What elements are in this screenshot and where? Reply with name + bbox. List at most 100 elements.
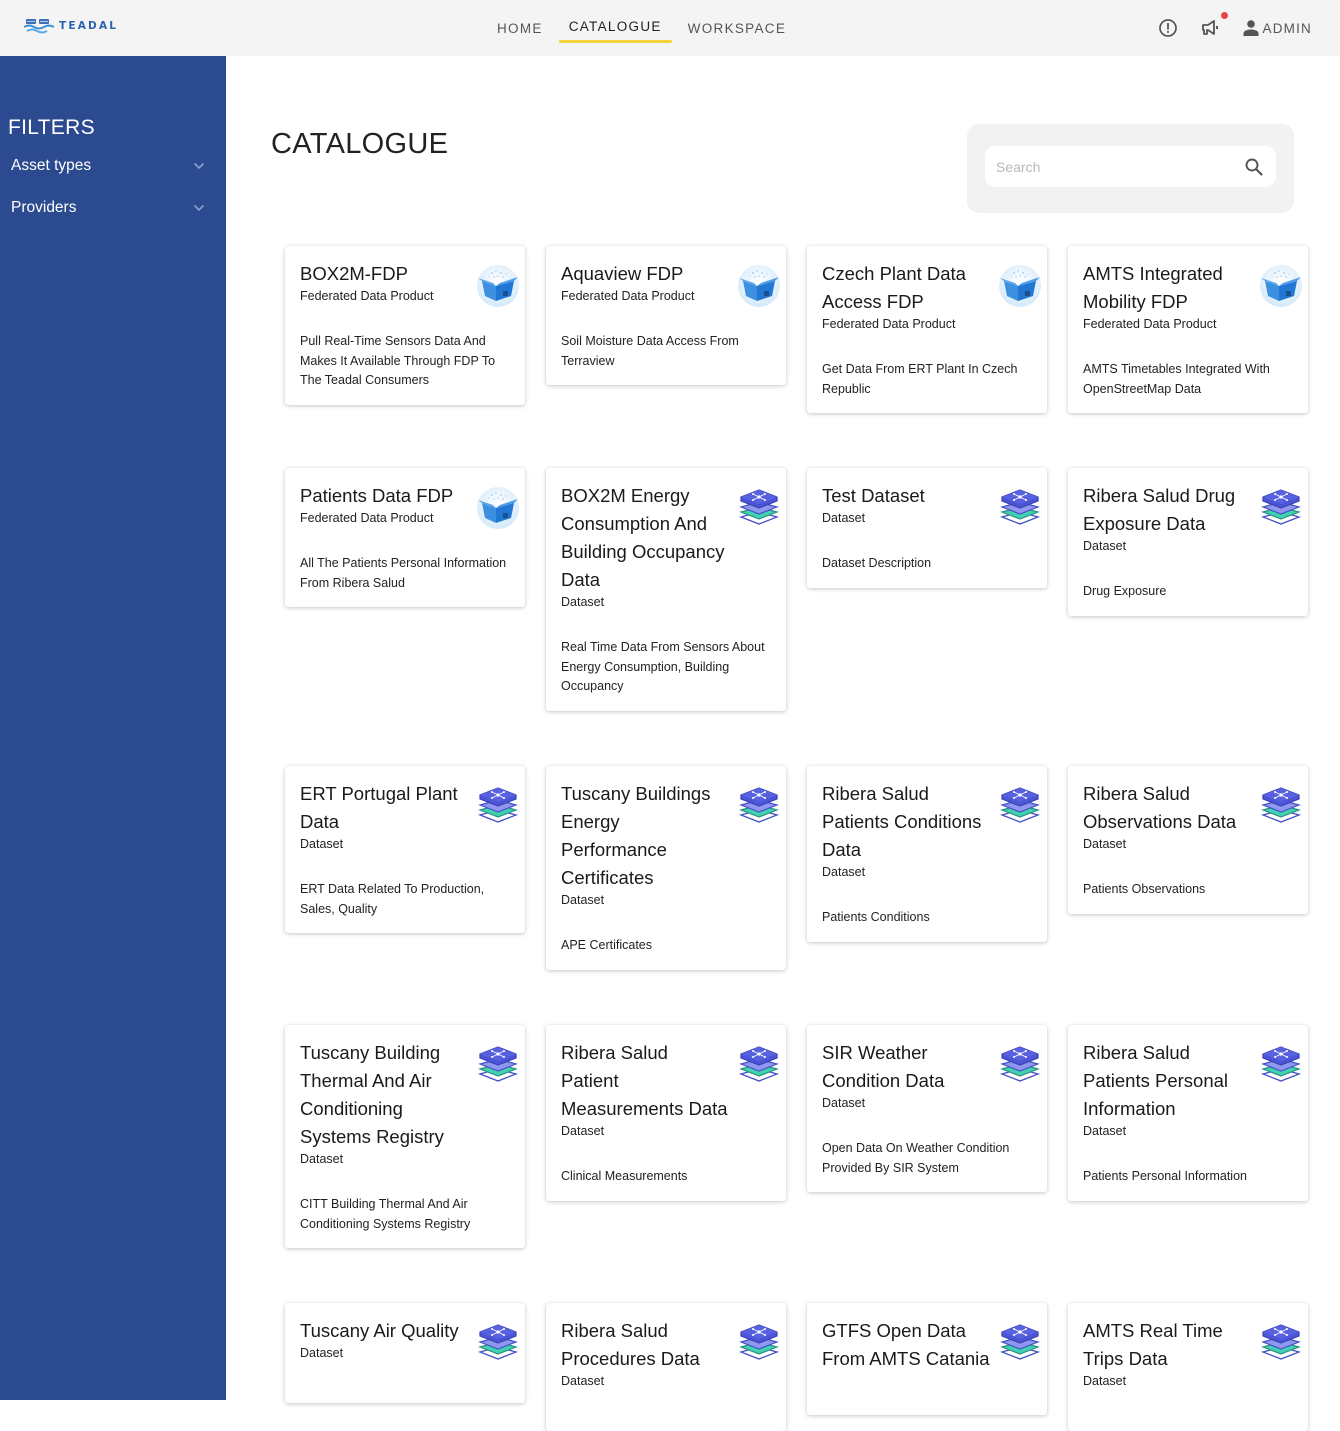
nav-home[interactable]: HOME xyxy=(484,0,556,56)
card-description: Dataset Description xyxy=(822,556,932,570)
catalogue-card[interactable]: Ribera Salud Procedures Data Dataset xyxy=(546,1303,786,1431)
catalogue-card[interactable]: BOX2M Energy Consumption And Building Oc… xyxy=(546,468,786,711)
catalogue-card[interactable]: Tuscany Air Quality Dataset xyxy=(285,1303,525,1403)
user-label: ADMIN xyxy=(1262,20,1312,36)
filters-sidebar: FILTERS Asset types Providers xyxy=(0,56,226,1400)
card-description: Patients Observations xyxy=(1083,882,1206,896)
card-title: Ribera Salud Procedures Data xyxy=(561,1320,700,1369)
main-nav: HOME CATALOGUE WORKSPACE xyxy=(484,0,799,56)
card-type: Dataset xyxy=(300,1152,344,1166)
card-title: BOX2M Energy Consumption And Building Oc… xyxy=(561,485,725,590)
card-description: Patients Conditions xyxy=(822,910,930,924)
dataset-layers-icon xyxy=(999,1324,1041,1360)
logo-text: TEADAL xyxy=(59,20,119,32)
dataset-layers-icon xyxy=(738,1046,780,1082)
card-description: APE Certificates xyxy=(561,938,653,952)
box-icon xyxy=(1260,265,1302,307)
card-title: ERT Portugal Plant Data xyxy=(300,783,458,832)
info-button[interactable] xyxy=(1156,16,1180,40)
catalogue-card[interactable]: Ribera Salud Patients Personal Informati… xyxy=(1068,1025,1308,1201)
catalogue-card[interactable]: Tuscany Buildings Energy Performance Cer… xyxy=(546,766,786,970)
catalogue-card[interactable]: BOX2M-FDP Federated Data Product Pull Real… xyxy=(285,246,525,405)
filters-title: FILTERS xyxy=(8,116,95,139)
card-description: Get Data From ERT Plant In Czech Republi… xyxy=(822,362,1018,396)
nav-catalogue[interactable]: CATALOGUE xyxy=(556,0,675,56)
card-title: Ribera Salud Patients Personal Informati… xyxy=(1083,1042,1229,1119)
dataset-layers-icon xyxy=(477,1046,519,1082)
chevron-down-icon xyxy=(193,162,205,170)
card-title: Ribera Salud Drug Exposure Data xyxy=(1083,485,1236,534)
card-description: Soil Moisture Data Access From Terraview xyxy=(561,334,739,368)
dataset-layers-icon xyxy=(1260,1046,1302,1082)
card-description: AMTS Timetables Integrated With OpenStre… xyxy=(1083,362,1270,396)
catalogue-card[interactable]: Czech Plant Data Access FDP Federated Dat… xyxy=(807,246,1047,413)
dataset-layers-icon xyxy=(477,1324,519,1360)
box-icon xyxy=(999,265,1041,307)
card-type: Dataset xyxy=(1083,539,1127,553)
catalogue-card[interactable]: Ribera Salud Drug Exposure Data Dataset Dr… xyxy=(1068,468,1308,616)
card-title: BOX2M-FDP xyxy=(300,263,408,284)
chevron-down-icon xyxy=(193,204,205,212)
dataset-layers-icon xyxy=(1260,489,1302,525)
header-actions: ADMIN xyxy=(1156,0,1313,56)
card-title: Patients Data FDP xyxy=(300,485,454,506)
top-navigation-bar: TEADAL HOME CATALOGUE WORKSPACE ADMIN xyxy=(0,0,1340,56)
catalogue-card[interactable]: AMTS Integrated Mobility FDP Federated Da… xyxy=(1068,246,1308,413)
catalogue-card[interactable]: Ribera Salud Patient Measurements Data Da… xyxy=(546,1025,786,1201)
search-box xyxy=(985,146,1276,187)
card-title: Ribera Salud Patients Conditions Data xyxy=(822,783,982,860)
filter-label: Providers xyxy=(11,199,77,216)
card-type: Dataset xyxy=(561,595,605,609)
card-title: Tuscany Building Thermal And Air Conditi… xyxy=(300,1042,444,1147)
notification-dot xyxy=(1220,12,1228,19)
catalogue-card[interactable]: Patients Data FDP Federated Data Product A… xyxy=(285,468,525,607)
card-description: CITT Building Thermal And Air Conditioni… xyxy=(300,1197,471,1231)
card-type: Dataset xyxy=(1083,1124,1127,1138)
dataset-layers-icon xyxy=(738,787,780,823)
teadal-logo[interactable]: TEADAL xyxy=(24,18,118,34)
user-icon xyxy=(1243,20,1258,36)
filter-providers[interactable]: Providers xyxy=(11,194,205,222)
card-title: SIR Weather Condition Data xyxy=(822,1042,945,1091)
card-title: Aquaview FDP xyxy=(561,263,684,284)
card-title: Tuscany Buildings Energy Performance Cer… xyxy=(561,783,711,888)
catalogue-card[interactable]: Test Dataset Dataset Dataset Description xyxy=(807,468,1047,588)
card-title: Tuscany Air Quality xyxy=(300,1320,459,1341)
card-title: Czech Plant Data Access FDP xyxy=(822,263,966,312)
catalogue-card[interactable]: Tuscany Building Thermal And Air Conditi… xyxy=(285,1025,525,1248)
card-type: Dataset xyxy=(822,865,866,879)
card-title: GTFS Open Data From AMTS Catania xyxy=(822,1320,990,1369)
card-title: Test Dataset xyxy=(822,485,925,506)
card-type: Dataset xyxy=(300,837,344,851)
card-type: Dataset xyxy=(561,1374,605,1388)
catalogue-card[interactable]: ERT Portugal Plant Data Dataset ERT Data R… xyxy=(285,766,525,933)
dataset-layers-icon xyxy=(1260,787,1302,823)
catalogue-card[interactable]: GTFS Open Data From AMTS Catania xyxy=(807,1303,1047,1415)
catalogue-card[interactable]: Aquaview FDP Federated Data Product Soil M… xyxy=(546,246,786,385)
catalogue-card[interactable]: AMTS Real Time Trips Data Dataset xyxy=(1068,1303,1308,1431)
card-type: Federated Data Product xyxy=(822,317,956,331)
filter-label: Asset types xyxy=(11,157,92,174)
user-menu[interactable]: ADMIN xyxy=(1242,19,1313,37)
dataset-layers-icon xyxy=(477,787,519,823)
catalogue-card[interactable]: Ribera Salud Observations Data Dataset Pat… xyxy=(1068,766,1308,914)
card-description: Clinical Measurements xyxy=(561,1169,688,1183)
announcements-button[interactable] xyxy=(1199,12,1228,40)
card-type: Dataset xyxy=(1083,1374,1127,1388)
card-type: Dataset xyxy=(822,1096,866,1110)
search-icon[interactable] xyxy=(1244,157,1264,177)
box-icon xyxy=(477,487,519,529)
catalogue-card[interactable]: SIR Weather Condition Data Dataset Open Da… xyxy=(807,1025,1047,1192)
catalogue-card[interactable]: Ribera Salud Patients Conditions Data Dat… xyxy=(807,766,1047,942)
card-type: Dataset xyxy=(561,893,605,907)
card-title: AMTS Integrated Mobility FDP xyxy=(1083,263,1223,312)
card-title: Ribera Salud Observations Data xyxy=(1083,783,1237,832)
dataset-layers-icon xyxy=(738,489,780,525)
filter-asset-types[interactable]: Asset types xyxy=(11,152,205,180)
card-description: Real Time Data From Sensors About Energy… xyxy=(561,640,765,693)
search-input[interactable] xyxy=(996,158,1244,175)
card-description: ERT Data Related To Production, Sales, Q… xyxy=(300,882,485,916)
card-title: Ribera Salud Patient Measurements Data xyxy=(561,1042,728,1119)
nav-workspace[interactable]: WORKSPACE xyxy=(675,0,799,56)
card-type: Federated Data Product xyxy=(1083,317,1217,331)
